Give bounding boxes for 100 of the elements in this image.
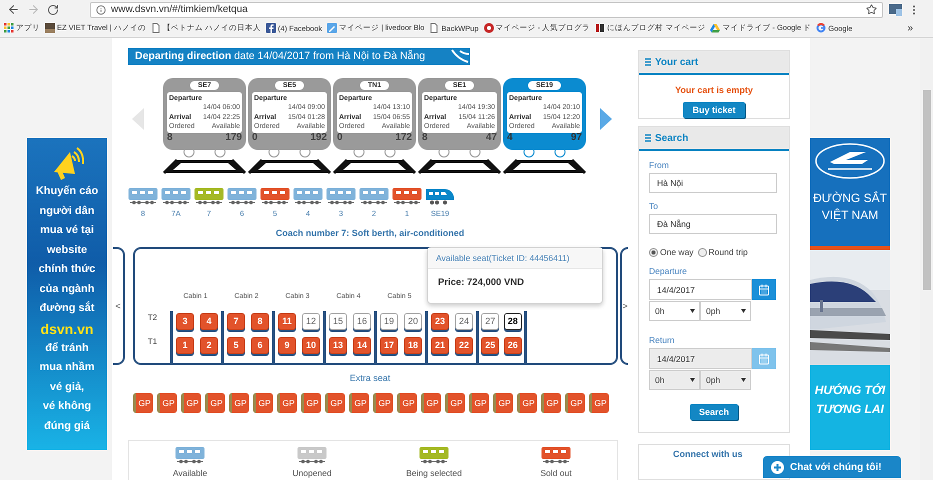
banner-text: đúng giá	[44, 418, 90, 434]
next-arrow[interactable]	[600, 108, 612, 130]
extra-seat-button[interactable]: GP	[373, 393, 393, 414]
extra-seat-button[interactable]: GP	[421, 393, 441, 414]
extra-seat-button[interactable]: GP	[301, 393, 321, 414]
seat-button[interactable]: 21	[430, 336, 449, 354]
seat-button[interactable]: 8	[250, 312, 269, 330]
calendar-icon	[758, 352, 770, 364]
cart-message: Your cart is empty	[674, 85, 754, 95]
seat-button[interactable]: 15	[328, 312, 347, 330]
extra-seat-button[interactable]: GP	[205, 393, 225, 414]
seat-button[interactable]: 14	[352, 336, 371, 354]
list-icon	[645, 58, 651, 66]
banner-title: ĐƯỜNG SẮT	[813, 190, 887, 207]
plus-icon	[771, 460, 784, 474]
extra-seat-button[interactable]: GP	[493, 393, 513, 414]
seat-button[interactable]: 17	[380, 336, 398, 354]
trip-type-radio[interactable]: Round trip	[698, 247, 748, 257]
reload-button[interactable]	[46, 2, 60, 17]
address-bar[interactable]: www.dsvn.vn/#/timkiem/ketqua	[90, 2, 883, 18]
forward-button[interactable]	[26, 2, 40, 17]
seat-button[interactable]: 1	[176, 336, 194, 354]
available-count: 47	[486, 132, 497, 143]
banner-text: của ngành	[39, 282, 94, 296]
tooltip-title: Available seat(Ticket ID: 44456411)	[428, 248, 602, 269]
seat-button[interactable]: 13	[328, 336, 347, 354]
extra-seat-button[interactable]: GP	[589, 393, 609, 414]
extra-seat-button[interactable]: GP	[133, 393, 153, 414]
banner-title: VIỆT NAM	[822, 207, 878, 224]
extra-seat-button[interactable]: GP	[277, 393, 297, 414]
search-button[interactable]: Search	[690, 404, 738, 420]
field-label: Return	[649, 335, 676, 345]
extra-seat-button[interactable]: GP	[181, 393, 201, 414]
seat-button[interactable]: 25	[481, 336, 500, 354]
banner-text: vé không	[42, 399, 92, 414]
from-field[interactable]: Hà Nội	[649, 173, 777, 193]
seat-button[interactable]: 22	[454, 336, 473, 354]
seat-button[interactable]: 23	[430, 312, 449, 330]
extension-icon[interactable]	[889, 4, 902, 16]
previous-coach-button[interactable]: <	[113, 246, 125, 366]
legend-label: Available	[172, 468, 208, 478]
back-button[interactable]	[6, 2, 20, 17]
time-select[interactable]: 0h	[649, 301, 700, 321]
extra-seat-button[interactable]: GP	[541, 393, 561, 414]
extra-seat-button[interactable]: GP	[253, 393, 273, 414]
seat-button[interactable]: 2	[200, 336, 218, 354]
extra-seat-button[interactable]: GP	[349, 393, 369, 414]
scrollbar[interactable]	[920, 38, 933, 480]
thumbnail-icon	[45, 23, 55, 34]
seat-button[interactable]: 6	[250, 336, 269, 354]
legend-label: Being selected	[406, 468, 462, 478]
seat-button[interactable]: 11	[278, 312, 296, 330]
seat-button[interactable]: 4	[200, 312, 218, 330]
ordered-count: 8	[167, 132, 173, 143]
banner-text: mua nhầm	[39, 360, 94, 375]
caret-icon	[741, 309, 746, 313]
seat-button[interactable]: 7	[226, 312, 245, 330]
extra-seat-button[interactable]: GP	[157, 393, 177, 414]
banner-text: mua vé tại	[40, 223, 94, 238]
seat-button[interactable]: 26	[504, 336, 522, 354]
trip-type-radio[interactable]: One way	[649, 247, 694, 257]
ordered-count: 0	[252, 132, 258, 143]
extra-seat-button[interactable]: GP	[517, 393, 537, 414]
panel-title: Connect with us	[673, 448, 742, 461]
seat-button[interactable]: 18	[404, 336, 422, 354]
seat-button[interactable]: 9	[278, 336, 296, 354]
info-icon	[96, 4, 106, 15]
buy-ticket-button[interactable]: Buy ticket	[683, 102, 744, 118]
field-label: Departure	[649, 266, 688, 276]
extra-seat-button[interactable]: GP	[565, 393, 585, 414]
extra-seat-button[interactable]: GP	[445, 393, 465, 414]
seat-price: Price: 724,000 VND	[436, 276, 526, 290]
seat-button[interactable]: 27	[481, 312, 500, 330]
seat-button[interactable]: 24	[454, 312, 473, 330]
seat-button[interactable]: 28	[504, 312, 522, 330]
seat-button[interactable]: 12	[302, 312, 320, 330]
date-field[interactable]: 14/4/2017	[649, 279, 752, 300]
coach-title: Coach number 7: Soft berth, air-conditioned	[274, 228, 466, 239]
seat-button[interactable]: 16	[352, 312, 371, 330]
calendar-button[interactable]	[752, 348, 776, 369]
seat-button[interactable]: 10	[302, 336, 320, 354]
seat-button[interactable]: 19	[380, 312, 398, 330]
calendar-button[interactable]	[752, 279, 776, 300]
time-select[interactable]: 0ph	[700, 301, 751, 321]
extra-seat-button[interactable]: GP	[325, 393, 345, 414]
extra-seat-title: Extra seat	[348, 373, 392, 384]
banner-text: đường sắt	[40, 300, 94, 316]
page-icon	[429, 23, 440, 34]
seat-button[interactable]: 20	[404, 312, 422, 330]
banner-text: dsvn.vn	[40, 320, 94, 338]
field-label: From	[649, 160, 670, 170]
to-field[interactable]: Đà Nẵng	[649, 214, 777, 234]
extra-seat-button[interactable]: GP	[229, 393, 249, 414]
extra-seat-button[interactable]: GP	[469, 393, 489, 414]
extra-seat-button[interactable]: GP	[397, 393, 417, 414]
caret-icon	[741, 378, 746, 382]
seat-button[interactable]: 3	[176, 312, 194, 330]
seat-button[interactable]: 5	[226, 336, 245, 354]
more-bookmarks[interactable]: »	[907, 22, 929, 34]
chat-button[interactable]: Chat với chúng tôi!	[763, 456, 901, 478]
